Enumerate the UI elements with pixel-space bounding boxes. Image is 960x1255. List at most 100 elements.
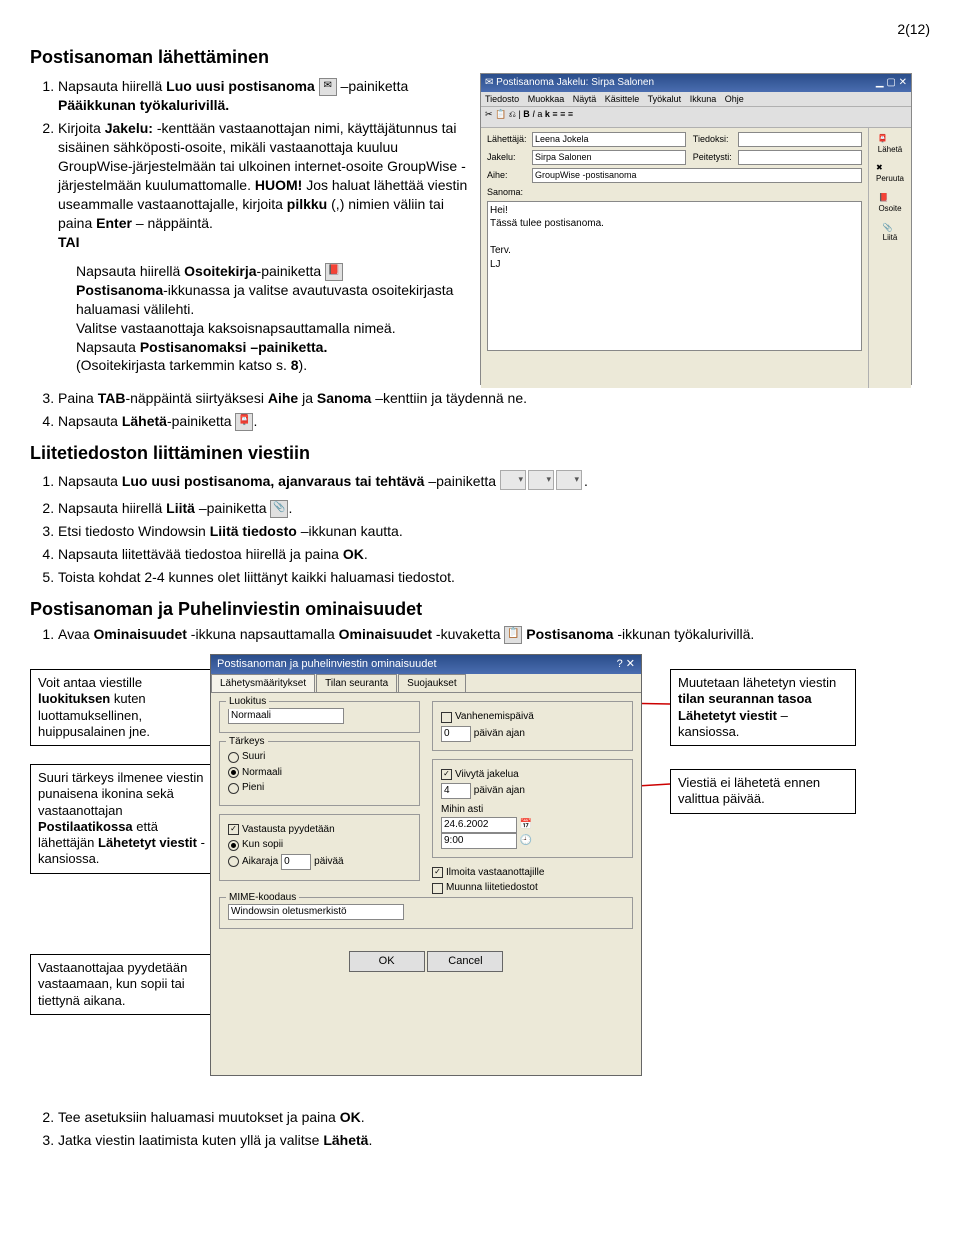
txt: Lähetetyt viestit — [678, 708, 777, 723]
properties-icon: 📋 — [504, 626, 522, 644]
to-label: Jakelu: — [487, 151, 529, 163]
txt: Postisanoma — [76, 282, 163, 298]
menu-item: Näytä — [573, 94, 597, 104]
heading-properties: Postisanoman ja Puhelinviestin ominaisuu… — [30, 597, 930, 621]
step-1: Napsauta hiirellä Luo uusi postisanoma ✉… — [58, 77, 470, 115]
window-controls: ▁ ▢ ✕ — [876, 76, 907, 90]
task-icon — [556, 470, 582, 490]
sub-instructions: Napsauta hiirellä Osoitekirja-painiketta… — [76, 262, 470, 376]
attach-step-1: Napsauta Luo uusi postisanoma, ajanvarau… — [58, 470, 930, 495]
until-label: Mihin asti — [441, 803, 624, 817]
callout-tracking: Muutetaan lähetetyn viestin tilan seuran… — [670, 669, 856, 746]
from-value: Leena Jokela — [532, 132, 686, 147]
radio-normal: Normaali — [228, 766, 411, 780]
txt: –painiketta — [424, 473, 500, 489]
fieldset-expiry: Vanhenemispäivä 0 päivän ajan — [432, 701, 633, 751]
attach-step-5: Toista kohdat 2-4 kunnes olet liittänyt … — [58, 568, 930, 587]
fieldset-mime: MIME-koodaus Windowsin oletusmerkistö — [219, 897, 633, 929]
cancel-icon: ✖Peruuta — [876, 163, 904, 185]
clip-icon: 📎 — [270, 500, 288, 518]
txt: (Osoitekirjasta tarkemmin katso s. — [76, 357, 291, 373]
txt: Kun sopii — [242, 838, 283, 852]
ok-button: OK — [349, 951, 425, 972]
txt: Pääikkunan työkalurivillä. — [58, 97, 229, 113]
txt: TAB — [98, 390, 126, 406]
txt: Lähetä — [878, 145, 902, 154]
txt: Napsauta hiirellä — [58, 78, 166, 94]
menu-item: Käsittele — [605, 94, 640, 104]
txt: Voit antaa viestille — [38, 675, 142, 690]
txt: Aikaraja — [242, 855, 278, 869]
menu-item: Tiedosto — [485, 94, 519, 104]
txt: Avaa — [58, 626, 94, 642]
until-date: 24.6.2002 — [441, 817, 517, 833]
tab-tracking: Tilan seuranta — [316, 674, 397, 693]
txt: Muunna liitetiedostot — [446, 881, 538, 895]
to-value: Sirpa Salonen — [532, 150, 686, 165]
txt: HUOM! — [255, 177, 302, 193]
cc-value — [738, 132, 862, 147]
txt: Sanoma — [317, 390, 371, 406]
mail-menubar: Tiedosto Muokkaa Näytä Käsittele Työkalu… — [481, 92, 911, 107]
until-time: 9:00 — [441, 833, 517, 849]
txt: Suuri — [242, 750, 265, 764]
txt: OK — [343, 546, 364, 562]
txt: Valitse vastaanottaja kaksoisnapsauttama… — [76, 320, 396, 336]
txt: Lähetä — [122, 413, 167, 429]
txt: –ikkunan kautta. — [297, 523, 403, 539]
menu-item: Ikkuna — [690, 94, 717, 104]
txt: ja — [298, 390, 317, 406]
chk-reply: Vastausta pyydetään — [228, 823, 411, 837]
mail-icon — [500, 470, 526, 490]
from-label: Lähettäjä: — [487, 133, 529, 145]
radio-high: Suuri — [228, 750, 411, 764]
txt: –painiketta — [195, 500, 271, 516]
txt: päivän ajan — [474, 785, 525, 796]
txt: pilkku — [287, 196, 327, 212]
or-label: TAI — [58, 234, 80, 250]
menu-item: Muokkaa — [528, 94, 565, 104]
fieldset-priority: Tärkeys Suuri Normaali Pieni — [219, 741, 420, 806]
txt: Ilmoita vastaanottajille — [446, 866, 544, 880]
classification-value: Normaali — [228, 708, 344, 724]
txt: -painiketta — [257, 263, 325, 279]
radio-deadline: Aikaraja 0 päivää — [228, 854, 411, 870]
appointment-icon — [528, 470, 554, 490]
chk-notify: Ilmoita vastaanottajille — [432, 866, 633, 880]
cc-label: Tiedoksi: — [693, 133, 735, 145]
txt: -painiketta — [167, 413, 235, 429]
callout-classification: Voit antaa viestille luokituksen kuten l… — [30, 669, 216, 746]
txt: -kuvaketta — [432, 626, 504, 642]
prop-step-1: Avaa Ominaisuudet -ikkuna napsauttamalla… — [58, 625, 930, 644]
menu-item: Työkalut — [648, 94, 682, 104]
fieldset-classification: Luokitus Normaali — [219, 701, 420, 733]
txt: Aihe — [268, 390, 298, 406]
txt: Napsauta — [58, 413, 122, 429]
step-4: Napsauta Lähetä-painiketta 📮. — [58, 412, 930, 431]
legend: Tärkeys — [226, 735, 268, 749]
expiry-days: 0 — [441, 726, 471, 742]
txt: Suuri tärkeys ilmenee viestin punaisena … — [38, 770, 203, 818]
txt: Napsauta hiirellä — [58, 500, 166, 516]
txt: Luo uusi postisanoma, ajanvaraus tai teh… — [122, 473, 425, 489]
chk-expiry: Vanhenemispäivä — [441, 710, 624, 724]
txt: Osoitekirja — [184, 263, 256, 279]
menu-item: Ohje — [725, 94, 744, 104]
txt: päivää — [314, 855, 343, 869]
txt: – näppäintä. — [132, 215, 213, 231]
txt: -ikkuna napsauttamalla — [187, 626, 339, 642]
send-icon: 📮Lähetä — [878, 134, 902, 156]
bcc-label: Peitetysti: — [693, 151, 735, 163]
txt: Jakelu: — [105, 120, 153, 136]
txt: 8 — [291, 357, 299, 373]
dialog-title-text: Postisanoman ja puhelinviestin ominaisuu… — [217, 657, 437, 672]
legend: Luokitus — [226, 695, 269, 709]
mail-fields: Lähettäjä:Leena Jokela Tiedoksi: Jakelu:S… — [481, 128, 868, 388]
mime-value: Windowsin oletusmerkistö — [228, 904, 404, 920]
heading-send-mail: Postisanoman lähettäminen — [30, 45, 930, 69]
txt: luokituksen — [38, 691, 110, 706]
radio-low: Pieni — [228, 781, 411, 795]
txt: Etsi tiedosto Windowsin — [58, 523, 210, 539]
subj-value: GroupWise -postisanoma — [532, 168, 862, 183]
callout-delay: Viestiä ei lähetetä ennen valittua päivä… — [670, 769, 856, 814]
